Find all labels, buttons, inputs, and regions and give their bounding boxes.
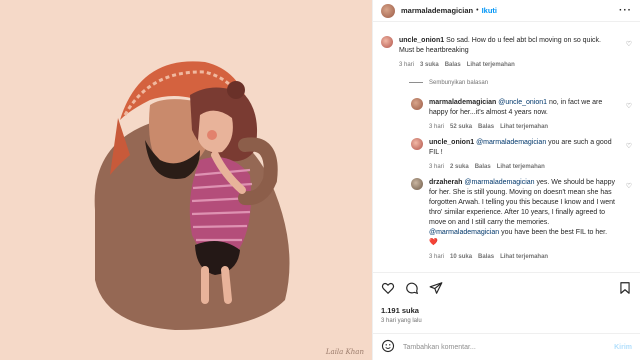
comment-time: 3 hari <box>429 164 445 170</box>
comment-item: uncle_onion1 So sad. How do u feel abt b… <box>381 36 616 70</box>
comment-time: 3 hari <box>429 254 445 260</box>
avatar[interactable] <box>411 98 423 110</box>
avatar[interactable] <box>411 138 423 150</box>
avatar[interactable] <box>411 178 423 190</box>
avatar[interactable] <box>381 3 395 18</box>
more-icon[interactable]: ··· <box>619 5 632 16</box>
see-translation-button[interactable]: Lihat terjemahan <box>497 162 545 172</box>
header-username[interactable]: marmalademagician <box>401 6 473 15</box>
comment-likes[interactable]: 2 suka <box>450 162 469 172</box>
heart-icon[interactable] <box>381 281 395 295</box>
separator-dot: • <box>476 7 479 14</box>
add-comment-bar: Tambahkan komentar... Kirim <box>373 333 640 360</box>
comment-text: yes. We should be happy for her. She is … <box>429 179 615 226</box>
post-image[interactable]: Laila Khan <box>0 0 372 360</box>
comment-likes[interactable]: 52 suka <box>450 122 472 132</box>
bookmark-icon[interactable] <box>618 281 632 295</box>
see-translation-button[interactable]: Lihat terjemahan <box>500 252 548 262</box>
comment-item: drzaherah @marmalademagician yes. We sho… <box>411 178 616 262</box>
see-translation-button[interactable]: Lihat terjemahan <box>467 60 515 70</box>
mention-link[interactable]: @uncle_onion1 <box>498 99 547 106</box>
emoji-icon[interactable] <box>381 339 395 355</box>
comment-body: marmalademagician @uncle_onion1 no, in f… <box>429 98 616 132</box>
comment-body: drzaherah @marmalademagician yes. We sho… <box>429 178 616 262</box>
heart-icon[interactable]: ♡ <box>626 182 632 190</box>
reply-button[interactable]: Balas <box>475 162 491 172</box>
mention-link[interactable]: @marmalademagician <box>476 139 546 146</box>
post-comment-button[interactable]: Kirim <box>614 344 632 351</box>
comment-meta: 3 hari 3 suka Balas Lihat terjemahan <box>399 60 616 70</box>
reply-button[interactable]: Balas <box>445 60 461 70</box>
comment-likes[interactable]: 10 suka <box>450 252 472 262</box>
post-header: marmalademagician • Ikuti ··· <box>373 0 640 22</box>
post-actions <box>373 272 640 302</box>
comment-meta: 3 hari 2 suka Balas Lihat terjemahan <box>429 162 616 172</box>
hide-replies-toggle[interactable]: Sembunyikan balasan <box>409 80 488 86</box>
mention-link[interactable]: @marmalademagician <box>429 229 499 236</box>
artwork-illustration <box>94 61 290 330</box>
comment-time: 3 hari <box>429 124 445 130</box>
comment-body: uncle_onion1 @marmalademagician you are … <box>429 138 616 172</box>
comment-username[interactable]: drzaherah <box>429 179 462 186</box>
heart-icon[interactable]: ♡ <box>626 102 632 110</box>
likes-count[interactable]: 1.191 suka <box>381 306 419 315</box>
comment-icon[interactable] <box>405 281 419 295</box>
artist-signature: Laila Khan <box>325 348 364 356</box>
comment-username[interactable]: uncle_onion1 <box>399 37 444 44</box>
reply-button[interactable]: Balas <box>478 122 494 132</box>
heart-icon[interactable]: ♡ <box>626 142 632 150</box>
instagram-post-view: Laila Khan marmalademagician • Ikuti ···… <box>0 0 640 360</box>
comment-meta: 3 hari 10 suka Balas Lihat terjemahan <box>429 252 616 262</box>
comment-likes[interactable]: 3 suka <box>420 60 439 70</box>
post-sidebar: marmalademagician • Ikuti ··· uncle_onio… <box>372 0 640 360</box>
share-icon[interactable] <box>429 281 443 295</box>
heart-icon[interactable]: ♡ <box>626 40 632 48</box>
comments-list[interactable]: uncle_onion1 So sad. How do u feel abt b… <box>373 30 640 270</box>
comment-body: uncle_onion1 So sad. How do u feel abt b… <box>399 36 616 70</box>
avatar[interactable] <box>381 36 393 48</box>
comment-username[interactable]: uncle_onion1 <box>429 139 474 146</box>
reply-button[interactable]: Balas <box>478 252 494 262</box>
follow-button[interactable]: Ikuti <box>482 6 497 15</box>
comment-item: marmalademagician @uncle_onion1 no, in f… <box>411 98 616 132</box>
post-time: 3 hari yang lalu <box>381 318 422 324</box>
comment-username[interactable]: marmalademagician <box>429 99 496 106</box>
see-translation-button[interactable]: Lihat terjemahan <box>500 122 548 132</box>
comment-time: 3 hari <box>399 62 415 68</box>
comment-meta: 3 hari 52 suka Balas Lihat terjemahan <box>429 122 616 132</box>
comment-item: uncle_onion1 @marmalademagician you are … <box>411 138 616 172</box>
comment-input[interactable]: Tambahkan komentar... <box>403 344 606 351</box>
mention-link[interactable]: @marmalademagician <box>464 179 534 186</box>
